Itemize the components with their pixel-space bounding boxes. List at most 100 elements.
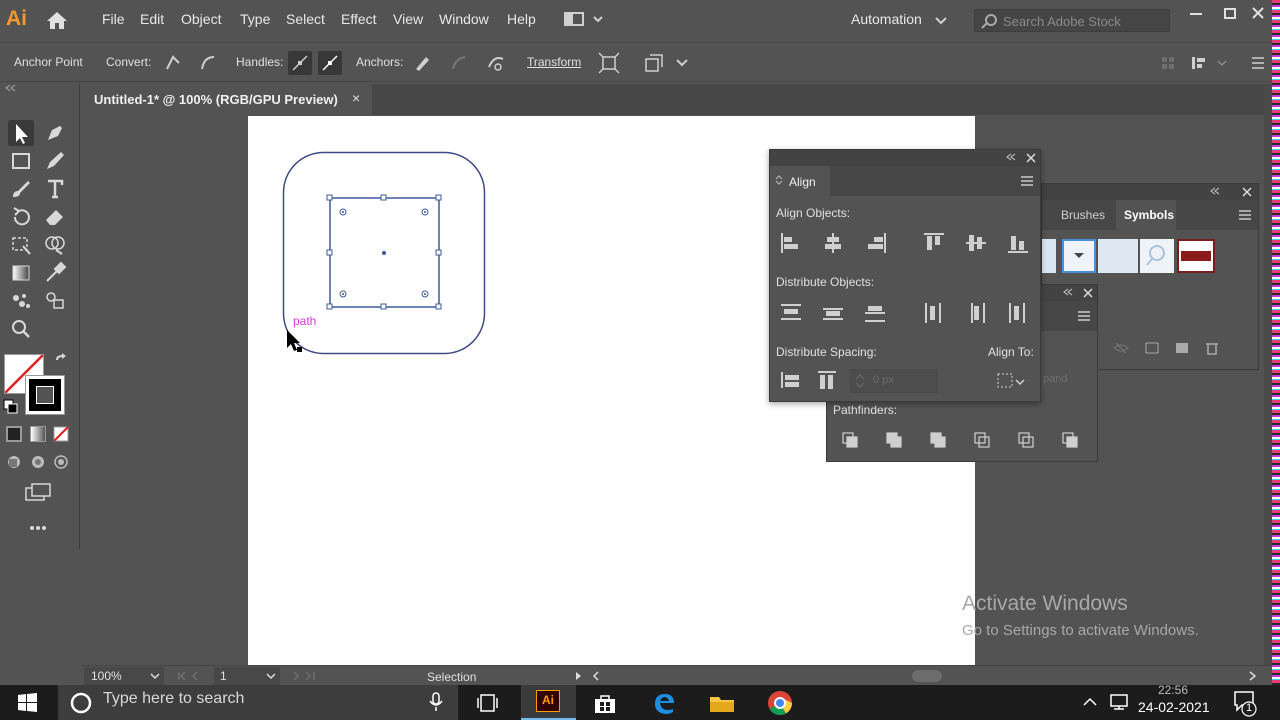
swap-fill-stroke-icon[interactable] xyxy=(53,352,69,368)
artboard-tool-icon[interactable] xyxy=(42,288,68,314)
selection-tool-icon[interactable] xyxy=(8,120,34,146)
stroke-swatch[interactable] xyxy=(25,375,65,415)
transform-button[interactable]: Transform xyxy=(527,55,581,69)
transform-panel-icon[interactable] xyxy=(597,51,621,75)
symbol-swatch-banner[interactable] xyxy=(1177,239,1215,273)
microsoft-store-icon[interactable] xyxy=(592,692,618,714)
free-transform-tool-icon[interactable] xyxy=(8,232,34,258)
menu-select[interactable]: Select xyxy=(286,11,325,27)
hide-handles-icon[interactable] xyxy=(318,51,342,75)
tray-date[interactable]: 24-02-2021 xyxy=(1138,699,1210,715)
taskbar-search-box[interactable]: Type here to search xyxy=(58,685,458,720)
menu-object[interactable]: Object xyxy=(181,11,221,27)
document-tab[interactable]: Untitled-1* @ 100% (RGB/GPU Preview) × xyxy=(82,84,372,115)
symbols-footer-icons[interactable] xyxy=(1102,340,1242,356)
chevron-down-icon[interactable] xyxy=(935,16,947,26)
artboard-number-field[interactable]: 1 xyxy=(214,667,280,685)
pen-tool-icon[interactable] xyxy=(42,120,68,146)
menu-edit[interactable]: Edit xyxy=(140,11,164,27)
symbol-sprayer-tool-icon[interactable] xyxy=(8,288,34,314)
show-handles-icon[interactable] xyxy=(288,51,312,75)
network-icon[interactable] xyxy=(1108,693,1130,711)
panel-menu-icon[interactable] xyxy=(1020,176,1034,186)
default-fill-stroke-icon[interactable] xyxy=(3,399,19,415)
collapse-panel-icon[interactable] xyxy=(1006,153,1016,161)
isolate-icon[interactable] xyxy=(642,51,666,75)
screen-mode-icon[interactable] xyxy=(24,482,52,502)
menu-help[interactable]: Help xyxy=(507,11,536,27)
pencil-tool-icon[interactable] xyxy=(42,148,68,174)
menu-type[interactable]: Type xyxy=(240,11,270,27)
panel-options-icons[interactable] xyxy=(1160,53,1270,73)
eraser-tool-icon[interactable] xyxy=(42,204,68,230)
menu-window[interactable]: Window xyxy=(439,11,489,27)
align-objects-buttons[interactable] xyxy=(780,232,1030,254)
zoom-field[interactable]: 100% xyxy=(84,667,164,685)
first-prev-artboard-icons[interactable] xyxy=(177,671,207,681)
symbol-swatch[interactable] xyxy=(1042,239,1056,273)
menu-effect[interactable]: Effect xyxy=(341,11,377,27)
close-panel-icon[interactable] xyxy=(1026,153,1036,163)
gradient-tool-icon[interactable] xyxy=(8,260,34,286)
more-tools-icon[interactable] xyxy=(28,524,48,532)
close-panel-icon[interactable] xyxy=(1083,288,1093,298)
connect-anchors-icon[interactable] xyxy=(447,51,471,75)
paintbrush-tool-icon[interactable] xyxy=(8,176,34,202)
scroll-right-icon[interactable] xyxy=(1248,671,1258,681)
stepper-icon[interactable] xyxy=(855,373,865,389)
close-tab-icon[interactable]: × xyxy=(352,90,360,106)
panel-menu-icon[interactable] xyxy=(1238,210,1252,220)
chevron-down-icon[interactable] xyxy=(150,673,160,681)
none-mode-icon[interactable] xyxy=(53,426,69,442)
chevron-down-icon[interactable] xyxy=(676,58,688,68)
expand-button-label[interactable]: pand xyxy=(1043,373,1067,385)
symbol-swatch-dropdown[interactable] xyxy=(1062,239,1096,273)
action-center-icon[interactable] xyxy=(1232,689,1258,717)
horizontal-scroll-thumb[interactable] xyxy=(912,670,942,682)
home-icon[interactable] xyxy=(46,10,68,30)
stock-search-input[interactable]: Search Adobe Stock xyxy=(974,9,1170,32)
microphone-icon[interactable] xyxy=(428,691,444,713)
arrange-documents-icon[interactable] xyxy=(564,11,606,27)
zoom-tool-icon[interactable] xyxy=(8,316,34,342)
panel-menu-icon[interactable] xyxy=(1077,311,1091,321)
cut-path-icon[interactable] xyxy=(484,51,508,75)
workspace-switcher[interactable]: Automation xyxy=(851,11,922,27)
color-mode-icon[interactable] xyxy=(6,426,22,442)
shape-builder-tool-icon[interactable] xyxy=(42,232,68,258)
symbol-swatch-search[interactable] xyxy=(1140,239,1174,273)
chrome-browser-icon[interactable] xyxy=(767,690,793,716)
convert-to-corner-icon[interactable] xyxy=(161,51,185,75)
distribute-objects-buttons[interactable] xyxy=(780,302,1030,324)
remove-anchor-icon[interactable] xyxy=(410,51,434,75)
show-hidden-icons-chevron[interactable] xyxy=(1082,695,1098,709)
menu-file[interactable]: File xyxy=(102,11,125,27)
rotate-tool-icon[interactable] xyxy=(8,204,34,230)
close-panel-icon[interactable] xyxy=(1242,187,1252,197)
rectangle-tool-icon[interactable] xyxy=(8,148,34,174)
vertical-scrollbar[interactable] xyxy=(1264,84,1272,665)
status-menu-arrows[interactable] xyxy=(574,671,604,681)
distribute-spacing-buttons[interactable] xyxy=(780,370,840,392)
edge-browser-icon[interactable] xyxy=(652,691,676,715)
next-last-artboard-icons[interactable] xyxy=(292,671,322,681)
collapse-panel-icon[interactable] xyxy=(1210,187,1220,195)
pathfinder-buttons[interactable] xyxy=(841,431,1091,451)
gradient-mode-icon[interactable] xyxy=(30,426,46,442)
convert-to-smooth-icon[interactable] xyxy=(196,51,220,75)
menu-view[interactable]: View xyxy=(393,11,423,27)
tab-symbols[interactable]: Symbols xyxy=(1124,208,1174,222)
collapse-panel-icon[interactable] xyxy=(1063,288,1073,296)
symbol-swatches[interactable] xyxy=(1042,236,1252,278)
start-button-icon[interactable] xyxy=(0,685,56,720)
task-view-icon[interactable] xyxy=(476,692,500,714)
tray-time[interactable]: 22:56 xyxy=(1158,683,1188,697)
draw-modes-icons[interactable] xyxy=(6,454,72,470)
tab-brushes[interactable]: Brushes xyxy=(1061,208,1105,222)
eyedropper-tool-icon[interactable] xyxy=(42,260,68,286)
collapse-icon[interactable] xyxy=(4,84,18,92)
spacing-value-input[interactable]: 0 px xyxy=(850,369,938,393)
file-explorer-icon[interactable] xyxy=(708,692,736,714)
symbol-swatch[interactable] xyxy=(1098,239,1138,273)
taskbar-illustrator-app[interactable]: Ai xyxy=(521,685,576,720)
